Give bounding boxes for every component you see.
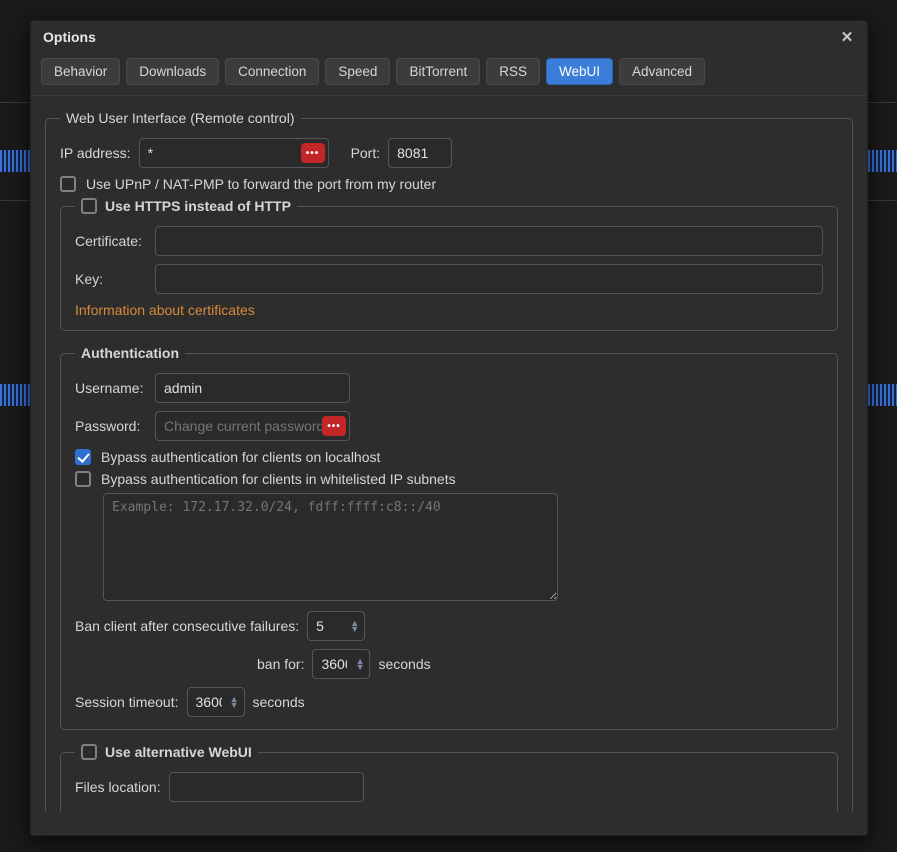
webui-section-legend: Web User Interface (Remote control) bbox=[60, 110, 301, 126]
cert-info-link[interactable]: Information about certificates bbox=[75, 302, 255, 318]
https-section: Use HTTPS instead of HTTP Certificate: K… bbox=[60, 198, 838, 331]
bypass-localhost-checkbox[interactable] bbox=[75, 449, 91, 465]
tab-downloads[interactable]: Downloads bbox=[126, 58, 219, 85]
tab-advanced[interactable]: Advanced bbox=[619, 58, 705, 85]
dialog-titlebar: Options ✕ bbox=[31, 21, 867, 54]
tab-webui[interactable]: WebUI bbox=[546, 58, 613, 85]
options-dialog: Options ✕ Behavior Downloads Connection … bbox=[30, 20, 868, 836]
port-label: Port: bbox=[351, 145, 381, 161]
ban-for-label: ban for: bbox=[257, 656, 304, 672]
tab-bittorrent[interactable]: BitTorrent bbox=[396, 58, 480, 85]
ban-for-suffix: seconds bbox=[378, 656, 430, 672]
files-location-input[interactable] bbox=[169, 772, 364, 802]
stepper-icon[interactable]: ▲▼ bbox=[356, 658, 365, 670]
dialog-title: Options bbox=[43, 29, 96, 45]
certificate-label: Certificate: bbox=[75, 233, 147, 249]
dialog-footer bbox=[31, 811, 867, 835]
alt-webui-legend-label: Use alternative WebUI bbox=[105, 744, 252, 760]
key-input[interactable] bbox=[155, 264, 823, 294]
content-pane: Web User Interface (Remote control) IP a… bbox=[31, 96, 867, 811]
bypass-whitelist-checkbox[interactable] bbox=[75, 471, 91, 487]
https-legend-label: Use HTTPS instead of HTTP bbox=[105, 198, 291, 214]
upnp-label: Use UPnP / NAT-PMP to forward the port f… bbox=[86, 176, 436, 192]
key-label: Key: bbox=[75, 271, 147, 287]
files-location-label: Files location: bbox=[75, 779, 161, 795]
session-timeout-suffix: seconds bbox=[253, 694, 305, 710]
whitelist-textarea[interactable] bbox=[103, 493, 558, 601]
alt-webui-checkbox[interactable] bbox=[81, 744, 97, 760]
webui-section: Web User Interface (Remote control) IP a… bbox=[45, 110, 853, 811]
username-input[interactable] bbox=[155, 373, 350, 403]
bypass-localhost-label: Bypass authentication for clients on loc… bbox=[101, 449, 380, 465]
stepper-icon[interactable]: ▲▼ bbox=[230, 696, 239, 708]
port-input[interactable] bbox=[388, 138, 452, 168]
upnp-checkbox[interactable] bbox=[60, 176, 76, 192]
tab-connection[interactable]: Connection bbox=[225, 58, 319, 85]
tab-rss[interactable]: RSS bbox=[486, 58, 540, 85]
close-icon[interactable]: ✕ bbox=[839, 29, 855, 45]
stepper-icon[interactable]: ▲▼ bbox=[350, 620, 359, 632]
username-label: Username: bbox=[75, 380, 147, 396]
auth-legend: Authentication bbox=[75, 345, 185, 361]
password-manager-icon[interactable]: ••• bbox=[301, 143, 325, 163]
auth-legend-label: Authentication bbox=[81, 345, 179, 361]
password-label: Password: bbox=[75, 418, 147, 434]
tab-behavior[interactable]: Behavior bbox=[41, 58, 120, 85]
alt-webui-section: Use alternative WebUI Files location: bbox=[60, 744, 838, 811]
certificate-input[interactable] bbox=[155, 226, 823, 256]
password-input[interactable] bbox=[155, 411, 350, 441]
ip-address-label: IP address: bbox=[60, 145, 131, 161]
auth-section: Authentication Username: Password: ••• B… bbox=[60, 345, 838, 730]
password-manager-icon[interactable]: ••• bbox=[322, 416, 346, 436]
tab-speed[interactable]: Speed bbox=[325, 58, 390, 85]
ban-after-label: Ban client after consecutive failures: bbox=[75, 618, 299, 634]
https-checkbox[interactable] bbox=[81, 198, 97, 214]
session-timeout-label: Session timeout: bbox=[75, 694, 179, 710]
tabbar: Behavior Downloads Connection Speed BitT… bbox=[31, 54, 867, 96]
bypass-whitelist-label: Bypass authentication for clients in whi… bbox=[101, 471, 456, 487]
